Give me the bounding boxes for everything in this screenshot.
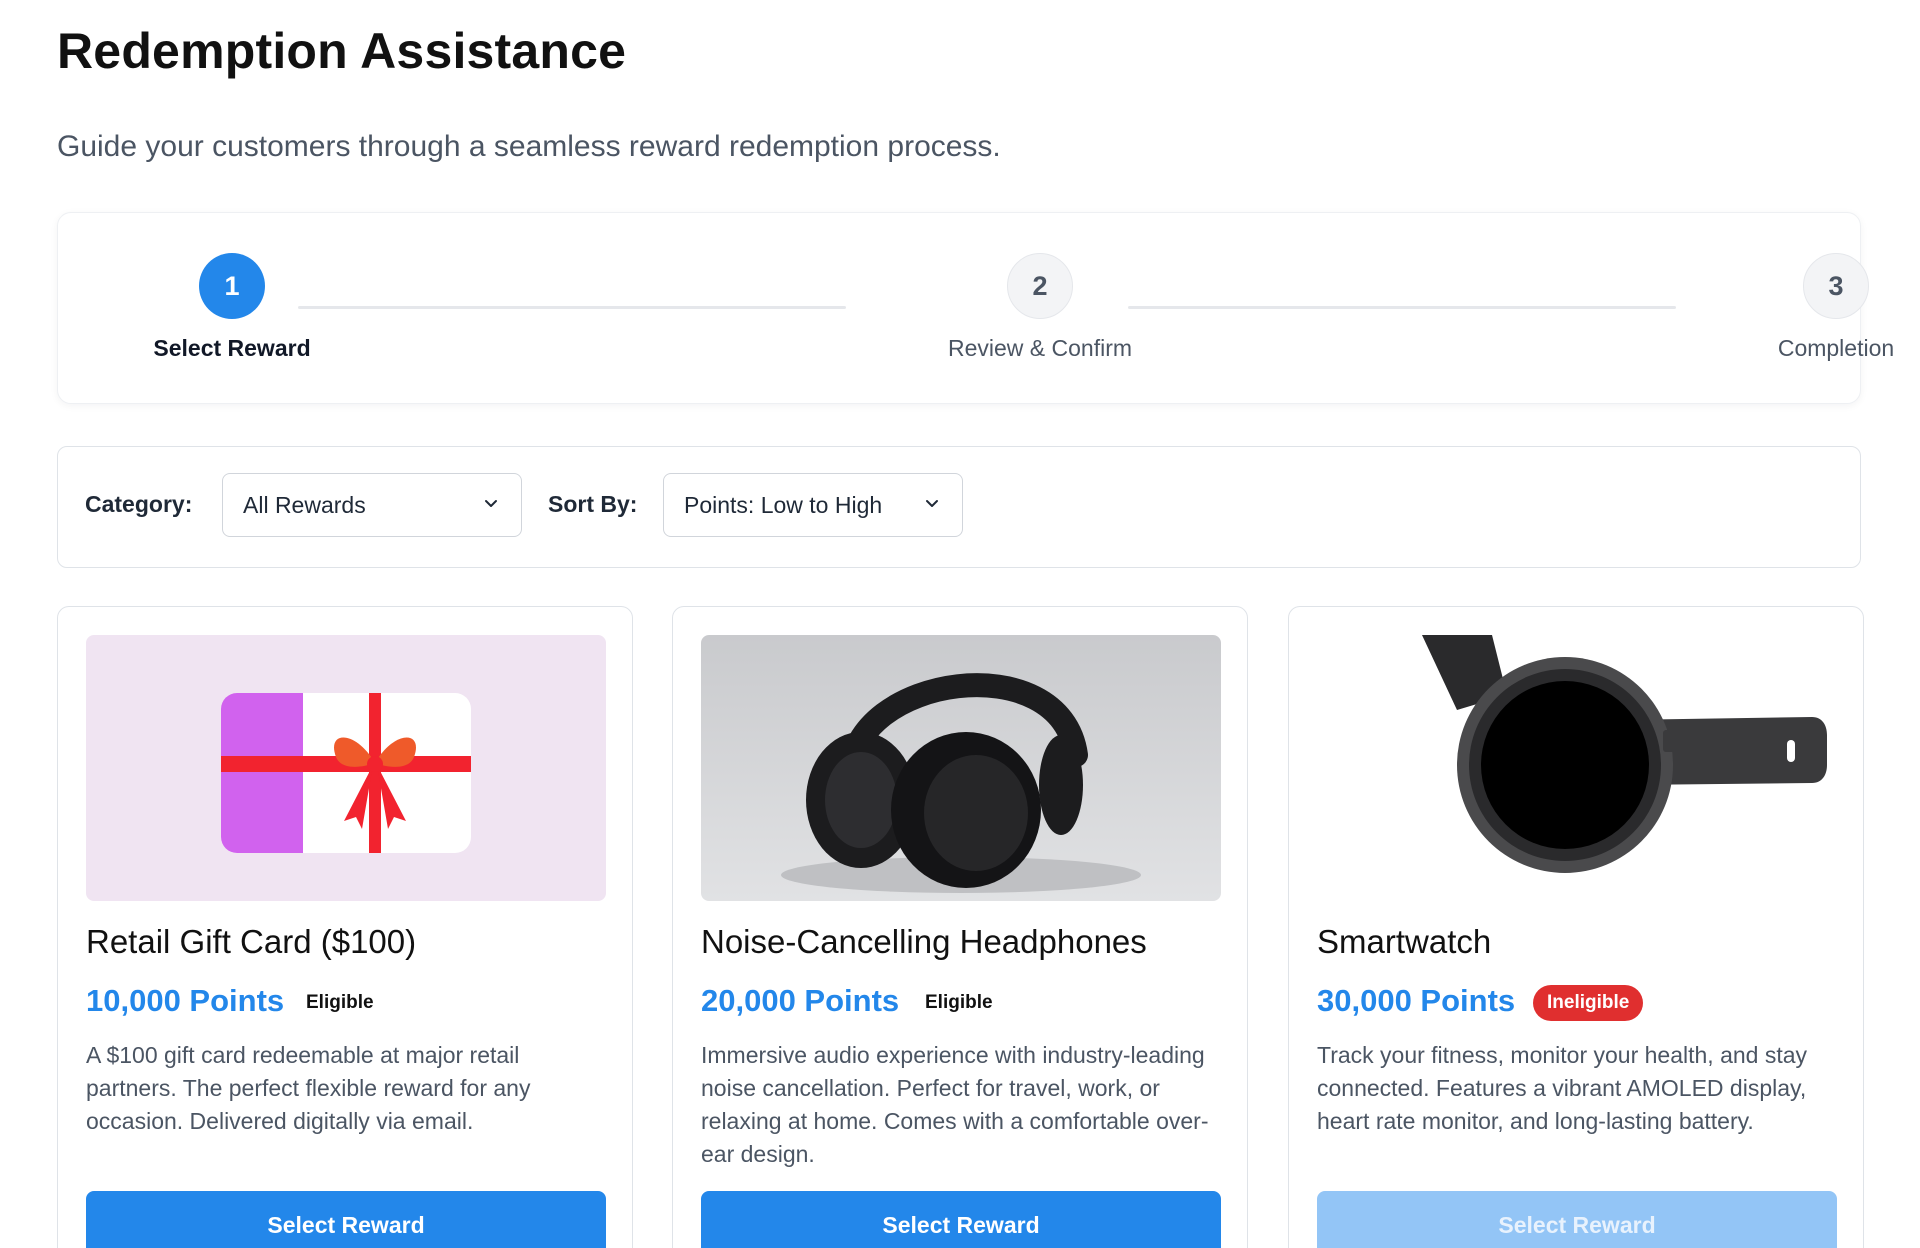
smartwatch-icon [1317,635,1837,901]
page-title: Redemption Assistance [57,23,627,79]
reward-card: Smartwatch 30,000 Points Ineligible Trac… [1288,606,1864,1248]
reward-card: Retail Gift Card ($100) 10,000 Points El… [57,606,633,1248]
step-connector [1128,306,1676,309]
step-review-confirm[interactable]: 2 Review & Confirm [920,253,1160,362]
status-badge: Ineligible [1533,985,1644,1021]
reward-description: Immersive audio experience with industry… [701,1042,1209,1167]
reward-description: Track your fitness, monitor your health,… [1317,1042,1808,1134]
reward-description: A $100 gift card redeemable at major ret… [86,1042,531,1134]
category-select[interactable]: All Rewards [222,473,522,537]
step-number: 2 [1007,253,1073,319]
reward-card: Noise-Cancelling Headphones 20,000 Point… [672,606,1248,1248]
filter-bar: Category: All Rewards Sort By: Points: L… [57,446,1861,568]
reward-title: Smartwatch [1317,923,1492,960]
reward-points: 20,000 Points [701,983,900,1018]
chevron-down-icon [485,500,497,507]
redemption-page: Redemption Assistance Guide your custome… [0,0,1920,1248]
reward-points: 10,000 Points [86,983,285,1018]
step-completion[interactable]: 3 Completion [1716,253,1920,362]
reward-title: Noise-Cancelling Headphones [701,923,1147,960]
sort-select-value: Points: Low to High [684,491,883,518]
progress-stepper: 1 Select Reward 2 Review & Confirm 3 Com… [57,212,1894,404]
sort-label: Sort By: [548,491,638,517]
reward-title: Retail Gift Card ($100) [86,923,417,960]
step-connector [298,306,846,309]
category-label: Category: [85,491,193,517]
step-label: Select Reward [153,335,311,361]
status-badge: Eligible [925,992,993,1013]
step-number: 1 [199,253,265,319]
select-reward-button[interactable]: Select Reward [1317,1191,1837,1248]
gift-card-icon [86,635,606,901]
status-badge: Eligible [306,992,374,1013]
sort-select[interactable]: Points: Low to High [663,473,963,537]
headphones-icon [701,635,1221,901]
category-select-value: All Rewards [243,491,366,518]
step-number: 3 [1803,253,1869,319]
step-label: Review & Confirm [947,335,1133,361]
select-reward-button[interactable]: Select Reward [701,1191,1221,1248]
chevron-down-icon [926,500,938,507]
select-reward-button[interactable]: Select Reward [86,1191,606,1248]
reward-points: 30,000 Points [1317,983,1516,1018]
page-subtitle: Guide your customers through a seamless … [57,130,1001,163]
step-label: Completion [1777,335,1895,361]
